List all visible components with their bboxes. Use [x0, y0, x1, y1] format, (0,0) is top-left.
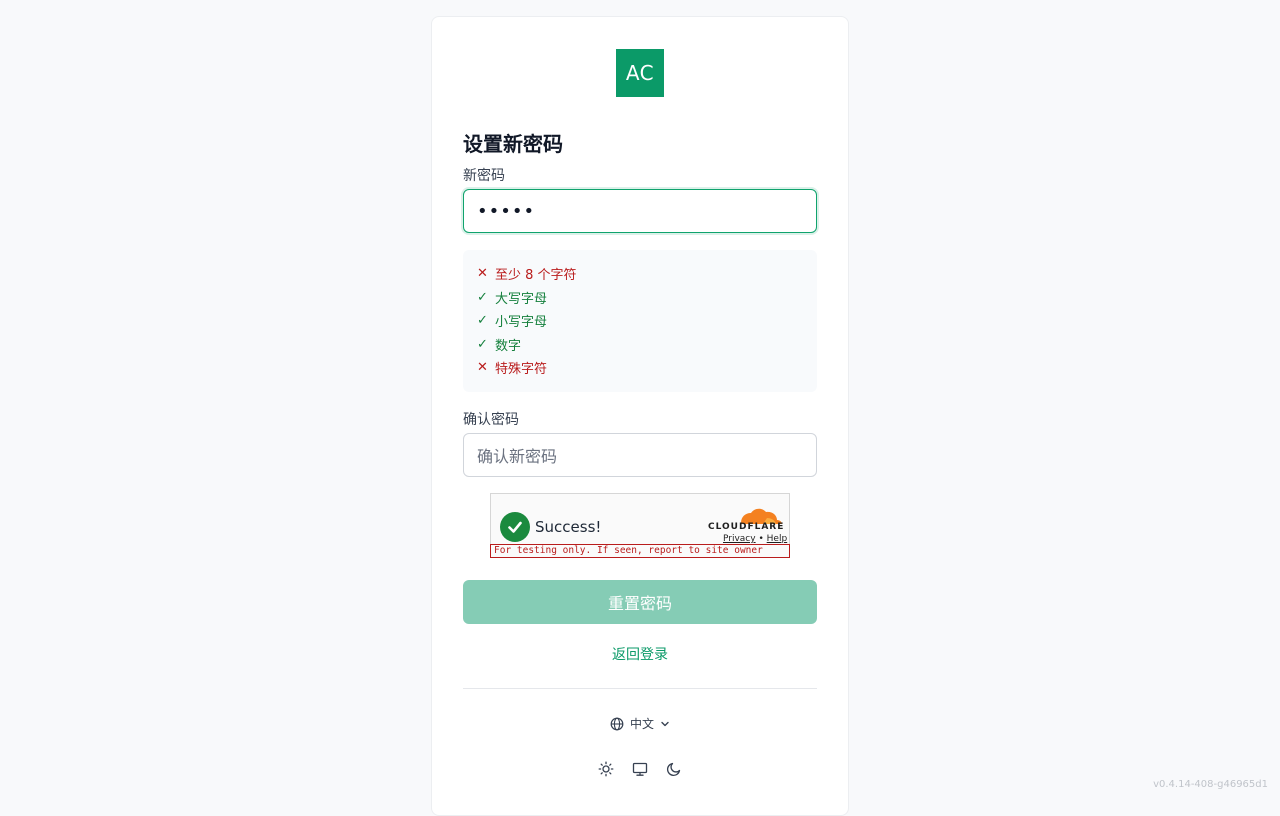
new-password-input[interactable]: •••••: [463, 189, 817, 233]
confirm-password-input[interactable]: 确认新密码: [463, 433, 817, 477]
check-icon: ✓: [476, 337, 489, 352]
requirement-text: 数字: [495, 335, 521, 354]
language-selector[interactable]: 中文: [432, 715, 848, 732]
requirement-special-char: ✕ 特殊字符: [463, 356, 817, 380]
new-password-label: 新密码: [463, 165, 505, 185]
privacy-link[interactable]: Privacy: [723, 534, 756, 544]
check-icon: ✓: [476, 290, 489, 305]
link-separator: •: [758, 534, 763, 544]
reset-password-button[interactable]: 重置密码: [463, 580, 817, 624]
requirement-min-length: ✕ 至少 8 个字符: [463, 262, 817, 286]
sun-icon[interactable]: [598, 761, 614, 777]
requirement-text: 小写字母: [495, 311, 547, 330]
moon-icon[interactable]: [666, 761, 682, 777]
page-title: 设置新密码: [463, 128, 563, 157]
globe-icon: [610, 717, 624, 731]
cloudflare-wordmark: CLOUDFLARE: [708, 522, 784, 532]
success-check-icon: [500, 512, 530, 542]
x-icon: ✕: [476, 360, 489, 375]
chevron-down-icon: [660, 719, 670, 729]
new-password-value: •••••: [477, 201, 535, 222]
divider: [463, 688, 817, 689]
turnstile-links: Privacy • Help: [723, 534, 787, 544]
language-value: 中文: [630, 715, 654, 732]
x-icon: ✕: [476, 266, 489, 281]
back-to-login-link[interactable]: 返回登录: [432, 644, 848, 664]
check-icon: ✓: [476, 313, 489, 328]
requirement-number: ✓ 数字: [463, 333, 817, 357]
requirement-text: 大写字母: [495, 288, 547, 307]
password-requirements: ✕ 至少 8 个字符 ✓ 大写字母 ✓ 小写字母 ✓ 数字 ✕ 特殊字符: [463, 250, 817, 392]
requirement-uppercase: ✓ 大写字母: [463, 286, 817, 310]
confirm-password-placeholder: 确认新密码: [477, 443, 557, 467]
theme-switcher: [432, 761, 848, 777]
turnstile-status: Success!: [535, 518, 601, 536]
monitor-icon[interactable]: [632, 761, 648, 777]
help-link[interactable]: Help: [767, 534, 788, 544]
app-logo: AC: [616, 49, 664, 97]
confirm-password-label: 确认密码: [463, 409, 519, 429]
requirement-text: 特殊字符: [495, 358, 547, 377]
turnstile-test-warning: For testing only. If seen, report to sit…: [490, 544, 790, 558]
requirement-lowercase: ✓ 小写字母: [463, 309, 817, 333]
logo-text: AC: [626, 61, 654, 85]
reset-password-card: AC 设置新密码 新密码 ••••• ✕ 至少 8 个字符 ✓ 大写字母 ✓ 小…: [431, 16, 849, 816]
app-version: v0.4.14-408-g46965d1: [1153, 779, 1268, 790]
requirement-text: 至少 8 个字符: [495, 264, 577, 283]
